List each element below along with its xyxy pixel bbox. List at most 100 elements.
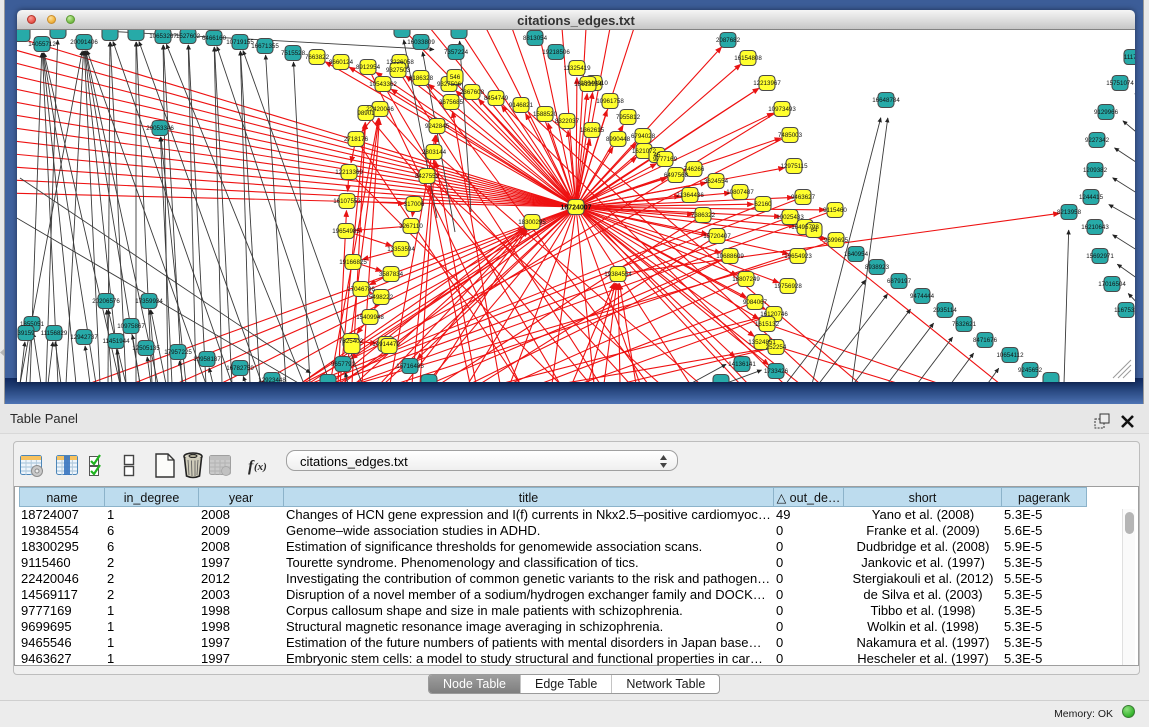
svg-text:7515528: 7515528 bbox=[281, 50, 306, 57]
svg-text:1615132: 1615132 bbox=[755, 321, 780, 328]
svg-text:18613254: 18613254 bbox=[574, 81, 602, 88]
svg-text:9699695: 9699695 bbox=[824, 237, 849, 244]
svg-text:12942737: 12942737 bbox=[70, 334, 98, 341]
svg-text:9463627: 9463627 bbox=[791, 194, 816, 201]
svg-text:10543362: 10543362 bbox=[369, 81, 397, 88]
svg-text:10025433: 10025433 bbox=[776, 214, 804, 221]
svg-text:1733426: 1733426 bbox=[764, 368, 789, 375]
svg-text:8813054: 8813054 bbox=[523, 35, 548, 42]
svg-text:9129966: 9129966 bbox=[1094, 109, 1119, 116]
svg-text:20091406: 20091406 bbox=[70, 39, 98, 46]
svg-text:19384554: 19384554 bbox=[604, 271, 632, 278]
svg-text:1588520: 1588520 bbox=[533, 111, 558, 118]
svg-text:8322037: 8322037 bbox=[555, 118, 580, 125]
svg-text:10973493: 10973493 bbox=[768, 106, 796, 113]
svg-text:18807249: 18807249 bbox=[732, 276, 760, 283]
svg-text:8990448: 8990448 bbox=[606, 136, 631, 143]
svg-text:20053346: 20053346 bbox=[146, 125, 174, 132]
svg-text:15409948: 15409948 bbox=[356, 314, 384, 321]
svg-text:16033809: 16033809 bbox=[407, 39, 435, 46]
svg-text:62160: 62160 bbox=[754, 201, 772, 208]
svg-text:5498222: 5498222 bbox=[369, 294, 394, 301]
svg-text:3267110: 3267110 bbox=[399, 223, 423, 230]
svg-text:8186328: 8186328 bbox=[409, 75, 434, 82]
svg-text:8912954: 8912954 bbox=[356, 64, 381, 71]
svg-text:6497568: 6497568 bbox=[664, 172, 689, 179]
svg-text:11325419: 11325419 bbox=[563, 65, 591, 72]
svg-text:84: 84 bbox=[811, 227, 818, 234]
svg-text:6879197: 6879197 bbox=[887, 278, 912, 285]
svg-text:8660124: 8660124 bbox=[329, 59, 354, 66]
svg-text:7357224: 7357224 bbox=[444, 49, 469, 56]
svg-text:1167533: 1167533 bbox=[1114, 307, 1135, 314]
svg-text:9084067: 9084067 bbox=[743, 299, 768, 306]
svg-text:12213967: 12213967 bbox=[753, 80, 781, 87]
svg-text:18300295: 18300295 bbox=[518, 219, 546, 226]
svg-text:2803144: 2803144 bbox=[422, 149, 447, 156]
svg-text:10653267: 10653267 bbox=[149, 33, 177, 40]
svg-text:1362615: 1362615 bbox=[580, 127, 605, 134]
svg-text:1855051: 1855051 bbox=[20, 321, 45, 328]
svg-text:14136141: 14136141 bbox=[728, 361, 756, 368]
svg-text:6794028: 6794028 bbox=[631, 133, 656, 140]
svg-text:2367608: 2367608 bbox=[460, 89, 485, 96]
svg-text:9245652: 9245652 bbox=[1018, 367, 1043, 374]
svg-text:17957225: 17957225 bbox=[164, 349, 192, 356]
svg-text:11172: 11172 bbox=[1124, 54, 1135, 61]
svg-text:11451944: 11451944 bbox=[102, 338, 130, 345]
svg-text:1640954: 1640954 bbox=[844, 251, 869, 258]
svg-text:2087682: 2087682 bbox=[716, 37, 741, 44]
svg-text:11156829: 11156829 bbox=[41, 330, 68, 337]
svg-text:10807487: 10807487 bbox=[726, 189, 754, 196]
svg-text:2935114: 2935114 bbox=[933, 307, 957, 314]
svg-text:16648784: 16648784 bbox=[872, 97, 900, 104]
svg-text:13226058: 13226058 bbox=[386, 59, 414, 66]
svg-text:17016504: 17016504 bbox=[1098, 281, 1126, 288]
svg-text:9242845: 9242845 bbox=[425, 123, 450, 130]
svg-text:20206576: 20206576 bbox=[92, 298, 120, 305]
svg-text:9146821: 9146821 bbox=[509, 102, 534, 109]
svg-text:252254: 252254 bbox=[766, 344, 787, 351]
svg-text:10975867: 10975867 bbox=[117, 323, 145, 330]
svg-text:10961758: 10961758 bbox=[596, 98, 624, 105]
svg-text:7386322: 7386322 bbox=[691, 212, 716, 219]
svg-text:16120746: 16120746 bbox=[760, 311, 788, 318]
svg-text:9327506: 9327506 bbox=[437, 81, 462, 88]
svg-text:3675685: 3675685 bbox=[439, 99, 464, 106]
svg-text:21364436: 21364436 bbox=[676, 192, 704, 199]
svg-text:16154808: 16154808 bbox=[734, 55, 762, 62]
svg-text:19218506: 19218506 bbox=[542, 49, 570, 56]
svg-text:7663822: 7663822 bbox=[305, 54, 330, 61]
svg-text:10958187: 10958187 bbox=[193, 356, 221, 363]
svg-text:1209382: 1209382 bbox=[1083, 167, 1108, 174]
svg-text:10719155: 10719155 bbox=[226, 39, 254, 46]
svg-text:16210643: 16210643 bbox=[1081, 224, 1109, 231]
svg-text:12975115: 12975115 bbox=[780, 163, 808, 170]
svg-text:8213958: 8213958 bbox=[1057, 209, 1082, 216]
svg-text:15692971: 15692971 bbox=[1086, 253, 1114, 260]
svg-text:317006: 317006 bbox=[404, 201, 425, 208]
svg-text:15720407: 15720407 bbox=[703, 233, 731, 240]
svg-text:19654923: 19654923 bbox=[784, 253, 812, 260]
svg-text:17046786: 17046786 bbox=[347, 286, 375, 293]
svg-text:3587834: 3587834 bbox=[379, 271, 404, 278]
svg-text:39159: 39159 bbox=[17, 330, 35, 337]
svg-text:9657791: 9657791 bbox=[331, 361, 356, 368]
svg-text:19654985: 19654985 bbox=[332, 228, 360, 235]
svg-text:15716485: 15716485 bbox=[396, 363, 424, 370]
svg-text:9227342: 9227342 bbox=[1085, 137, 1110, 144]
svg-text:12923448: 12923448 bbox=[258, 377, 286, 382]
svg-text:1244415: 1244415 bbox=[1079, 194, 1104, 201]
svg-text:9327503: 9327503 bbox=[386, 67, 411, 74]
svg-text:6466160: 6466160 bbox=[202, 35, 227, 42]
svg-text:8454749: 8454749 bbox=[484, 95, 509, 102]
svg-text:14055712: 14055712 bbox=[28, 41, 56, 48]
svg-text:16107553: 16107553 bbox=[333, 198, 361, 205]
svg-text:10654112: 10654112 bbox=[996, 352, 1024, 359]
svg-text:17359924: 17359924 bbox=[135, 298, 163, 305]
svg-text:9115460: 9115460 bbox=[823, 207, 847, 214]
svg-text:10688609: 10688609 bbox=[716, 253, 744, 260]
svg-text:19166825: 19166825 bbox=[339, 259, 367, 266]
svg-text:7485003: 7485003 bbox=[778, 132, 803, 139]
svg-text:9777169: 9777169 bbox=[653, 156, 678, 163]
